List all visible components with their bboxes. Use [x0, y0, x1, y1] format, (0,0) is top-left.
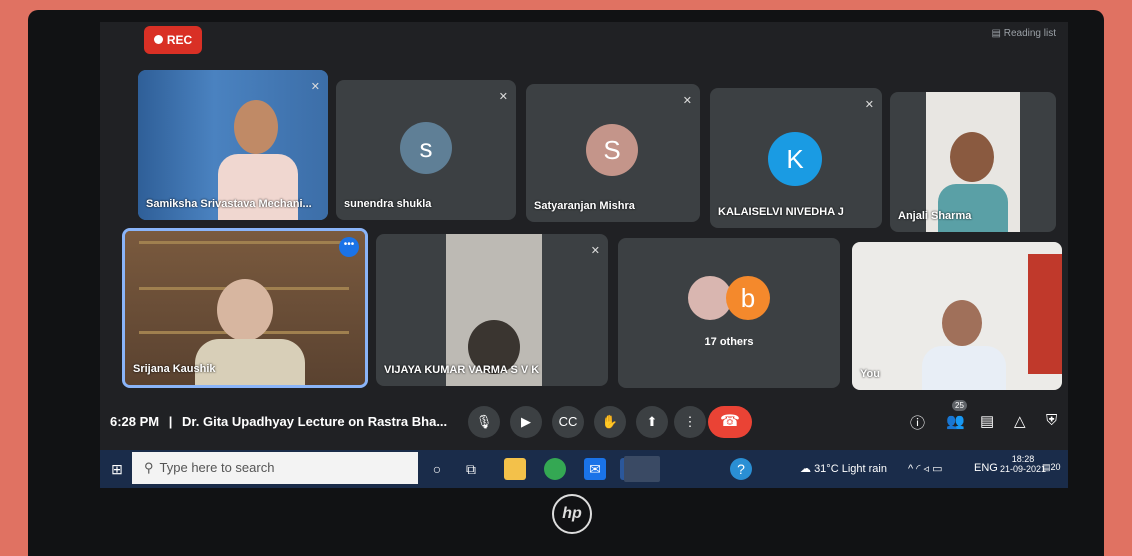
leave-call-button[interactable]: ☎ — [708, 406, 752, 438]
mic-muted-icon: ✕ — [590, 245, 600, 257]
chat-icon[interactable]: ▤ — [980, 412, 994, 430]
participant-name: sunendra shukla — [344, 198, 432, 210]
laptop-bezel: ▤ Reading list REC ✕ Samiksha Srivastava… — [28, 10, 1104, 556]
notification-center[interactable]: ▤20 — [1042, 462, 1061, 473]
mail-icon[interactable]: ✉ — [584, 458, 606, 480]
task-view-icon[interactable]: ⧉ — [460, 458, 482, 480]
others-tile[interactable]: b 17 others — [618, 238, 840, 388]
microphone-icon: 🎙 — [475, 414, 493, 429]
participant-name: KALAISELVI NIVEDHA J — [718, 206, 844, 218]
captions-button[interactable]: CC — [552, 406, 584, 438]
present-button[interactable]: ⬆ — [636, 406, 668, 438]
participant-avatar: S — [586, 124, 638, 176]
participant-name: Srijana Kaushik — [133, 363, 216, 375]
participant-tile[interactable]: ✕ s sunendra shukla — [336, 80, 516, 220]
participant-tile[interactable]: ✕ S Satyaranjan Mishra — [526, 84, 700, 222]
participant-tile[interactable]: ✕ Samiksha Srivastava Mechani... — [138, 70, 328, 220]
windows-taskbar: ⊞ ⚲Type here to search ○ ⧉ ✉ W ? ☁ 31°C … — [100, 450, 1068, 488]
camera-icon: ▶ — [521, 414, 531, 429]
participant-body — [938, 184, 1008, 232]
participant-name: VIJAYA KUMAR VARMA S V K — [384, 364, 540, 376]
captions-icon: CC — [558, 414, 578, 429]
info-icon[interactable]: ⓘ — [910, 412, 925, 433]
participant-face — [217, 279, 273, 341]
taskbar-clock[interactable]: 18:28 21-09-2021 — [1000, 454, 1046, 474]
more-options-icon[interactable]: ••• — [339, 237, 359, 257]
hp-logo: hp — [552, 494, 592, 534]
meeting-details: 6:28 PM | Dr. Gita Upadhyay Lecture on R… — [110, 414, 448, 429]
participant-name: Anjali Sharma — [898, 210, 972, 222]
system-tray-icons[interactable]: ^ ◜ ◃ ▭ — [908, 462, 943, 475]
participant-face — [234, 100, 278, 154]
others-count: 17 others — [704, 336, 754, 348]
cortana-icon[interactable]: ○ — [426, 458, 448, 480]
background-door — [1028, 254, 1062, 374]
participant-body — [195, 339, 305, 385]
windows-start-icon[interactable]: ⊞ — [106, 458, 128, 480]
people-count-badge: 25 — [952, 400, 967, 411]
mic-muted-icon: ✕ — [498, 91, 508, 103]
record-dot-icon — [153, 35, 163, 44]
host-controls-icon[interactable]: ⛨ — [1046, 412, 1057, 429]
reading-list[interactable]: ▤ Reading list — [992, 28, 1057, 39]
participant-tile[interactable]: ✕ VIJAYA KUMAR VARMA S V K — [376, 234, 608, 386]
shelf — [139, 241, 349, 244]
weather[interactable]: ☁ 31°C Light rain — [800, 462, 887, 475]
chrome-icon[interactable] — [544, 458, 566, 480]
mic-muted-icon: ✕ — [864, 99, 874, 111]
other-avatar: b — [726, 276, 770, 320]
self-body — [922, 346, 1006, 390]
help-icon[interactable]: ? — [730, 458, 752, 480]
participant-body — [218, 154, 298, 220]
more-vert-icon: ⋮ — [683, 414, 697, 429]
self-tile[interactable]: You — [852, 242, 1062, 390]
participant-name: Satyaranjan Mishra — [534, 200, 635, 212]
participant-tile[interactable]: ✕ K KALAISELVI NIVEDHA J — [710, 88, 882, 228]
raise-hand-button[interactable]: ✋ — [594, 406, 626, 438]
file-explorer-icon[interactable] — [504, 458, 526, 480]
participant-avatar: s — [400, 122, 452, 174]
mic-muted-icon: ✕ — [310, 81, 320, 93]
meeting-title: Dr. Gita Upadhyay Lecture on Rastra Bha.… — [182, 414, 448, 429]
self-name: You — [860, 368, 880, 380]
participant-face — [950, 132, 994, 182]
camera-button[interactable]: ▶ — [510, 406, 542, 438]
language-indicator[interactable]: ENG — [974, 462, 998, 474]
chrome-active-icon[interactable] — [624, 456, 660, 482]
phone-end-icon: ☎ — [720, 413, 740, 430]
more-options-button[interactable]: ⋮ — [674, 406, 706, 438]
recording-indicator: REC — [144, 26, 202, 54]
hand-icon: ✋ — [601, 414, 619, 429]
mic-muted-icon: ✕ — [682, 95, 692, 107]
people-icon[interactable]: 👥 — [946, 412, 965, 430]
participant-tile-active[interactable]: ••• Srijana Kaushik — [122, 228, 368, 388]
taskbar-search[interactable]: ⚲ Type here to search — [132, 452, 418, 484]
microphone-button[interactable]: 🎙 — [468, 406, 500, 438]
participant-avatar: K — [768, 132, 822, 186]
activities-icon[interactable]: △ — [1014, 412, 1026, 430]
self-face — [942, 300, 982, 346]
participant-name: Samiksha Srivastava Mechani... — [146, 198, 312, 210]
present-icon: ⬆ — [646, 414, 658, 429]
participant-tile[interactable]: Anjali Sharma — [890, 92, 1056, 232]
screen: ▤ Reading list REC ✕ Samiksha Srivastava… — [100, 22, 1068, 488]
search-icon: ⚲ — [144, 460, 154, 475]
